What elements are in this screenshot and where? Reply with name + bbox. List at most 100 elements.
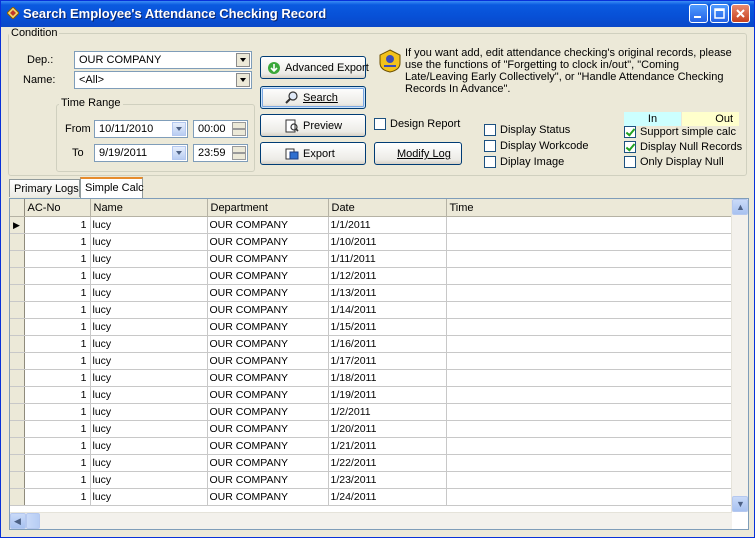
cell-date[interactable]: 1/23/2011 [328,471,447,489]
column-header-name[interactable]: Name [90,199,208,217]
scroll-down-button[interactable]: ▼ [732,496,748,512]
row-indicator[interactable] [10,386,25,404]
vertical-scrollbar[interactable]: ▲ ▼ [731,199,748,512]
minimize-button[interactable] [689,4,708,23]
cell-name[interactable]: lucy [90,301,208,319]
cell-department[interactable]: OUR COMPANY [207,267,329,285]
cell-name[interactable]: lucy [90,352,208,370]
cell-date[interactable]: 1/13/2011 [328,284,447,302]
to-date-picker[interactable]: 9/19/2011 [94,144,188,162]
table-row[interactable]: 1 lucy OUR COMPANY 1/15/2011 [10,318,733,336]
row-indicator[interactable] [10,301,25,319]
cell-department[interactable]: OUR COMPANY [207,403,329,421]
horizontal-scroll-thumb[interactable] [26,513,40,529]
column-header-date[interactable]: Date [328,199,447,217]
row-indicator[interactable] [10,488,25,506]
table-row[interactable]: 1 lucy OUR COMPANY 1/14/2011 [10,301,733,319]
cell-ac-no[interactable]: 1 [24,318,91,336]
cell-ac-no[interactable]: 1 [24,471,91,489]
cell-ac-no[interactable]: 1 [24,454,91,472]
cell-time[interactable] [446,233,733,251]
tab-simple-calc[interactable]: Simple Calc [80,177,144,198]
cell-ac-no[interactable]: 1 [24,437,91,455]
table-row[interactable]: 1 lucy OUR COMPANY 1/17/2011 [10,352,733,370]
cell-date[interactable]: 1/1/2011 [328,216,447,234]
cell-ac-no[interactable]: 1 [24,233,91,251]
cell-name[interactable]: lucy [90,250,208,268]
column-header-department[interactable]: Department [207,199,329,217]
checkbox-box[interactable] [484,140,496,152]
row-indicator[interactable] [10,318,25,336]
cell-department[interactable]: OUR COMPANY [207,369,329,387]
table-row[interactable]: 1 lucy OUR COMPANY 1/18/2011 [10,369,733,387]
cell-time[interactable] [446,352,733,370]
cell-department[interactable]: OUR COMPANY [207,250,329,268]
chevron-down-icon[interactable] [172,146,186,160]
cell-department[interactable]: OUR COMPANY [207,352,329,370]
row-indicator[interactable] [10,403,25,421]
from-date-picker[interactable]: 10/11/2010 [94,120,188,138]
cell-department[interactable]: OUR COMPANY [207,454,329,472]
row-indicator[interactable] [10,369,25,387]
cell-time[interactable] [446,454,733,472]
cell-date[interactable]: 1/15/2011 [328,318,447,336]
department-select[interactable]: OUR COMPANY [74,51,252,69]
table-row[interactable]: 1 lucy OUR COMPANY 1/22/2011 [10,454,733,472]
preview-button[interactable]: Preview [260,114,366,137]
row-indicator[interactable] [10,420,25,438]
name-select[interactable]: <All> [74,71,252,89]
cell-date[interactable]: 1/12/2011 [328,267,447,285]
cell-name[interactable]: lucy [90,267,208,285]
records-grid[interactable]: AC-No Name Department Date Time ▶ 1 lucy OU… [9,198,749,530]
cell-ac-no[interactable]: 1 [24,352,91,370]
cell-department[interactable]: OUR COMPANY [207,301,329,319]
checkbox-box[interactable] [624,141,636,153]
cell-ac-no[interactable]: 1 [24,267,91,285]
cell-ac-no[interactable]: 1 [24,403,91,421]
cell-name[interactable]: lucy [90,471,208,489]
cell-department[interactable]: OUR COMPANY [207,335,329,353]
cell-time[interactable] [446,301,733,319]
to-time-spinner[interactable]: 23:59 [193,144,248,162]
scroll-up-button[interactable]: ▲ [732,199,748,215]
table-row[interactable]: 1 lucy OUR COMPANY 1/16/2011 [10,335,733,353]
table-row[interactable]: 1 lucy OUR COMPANY 1/13/2011 [10,284,733,302]
cell-time[interactable] [446,437,733,455]
cell-date[interactable]: 1/10/2011 [328,233,447,251]
cell-time[interactable] [446,318,733,336]
chevron-down-icon[interactable] [236,73,250,87]
cell-time[interactable] [446,488,733,506]
row-indicator[interactable] [10,454,25,472]
cell-time[interactable] [446,403,733,421]
spin-buttons[interactable] [232,122,246,136]
current-row-indicator-icon[interactable]: ▶ [10,216,25,234]
search-button[interactable]: Search [260,86,366,109]
cell-date[interactable]: 1/2/2011 [328,403,447,421]
advanced-export-button[interactable]: Advanced Export [260,56,369,79]
cell-ac-no[interactable]: 1 [24,369,91,387]
cell-ac-no[interactable]: 1 [24,301,91,319]
row-indicator[interactable] [10,233,25,251]
table-row[interactable]: 1 lucy OUR COMPANY 1/11/2011 [10,250,733,268]
title-bar[interactable]: Search Employee's Attendance Checking Re… [1,1,754,27]
chevron-down-icon[interactable] [172,122,186,136]
cell-name[interactable]: lucy [90,386,208,404]
row-indicator[interactable] [10,437,25,455]
cell-date[interactable]: 1/21/2011 [328,437,447,455]
cell-date[interactable]: 1/16/2011 [328,335,447,353]
cell-date[interactable]: 1/22/2011 [328,454,447,472]
checkbox-box[interactable] [484,156,496,168]
cell-time[interactable] [446,216,733,234]
cell-time[interactable] [446,335,733,353]
cell-name[interactable]: lucy [90,420,208,438]
row-indicator[interactable] [10,267,25,285]
export-button[interactable]: Export [260,142,366,165]
cell-department[interactable]: OUR COMPANY [207,386,329,404]
cell-department[interactable]: OUR COMPANY [207,318,329,336]
column-header-time[interactable]: Time [446,199,733,217]
cell-date[interactable]: 1/11/2011 [328,250,447,268]
cell-department[interactable]: OUR COMPANY [207,471,329,489]
cell-time[interactable] [446,369,733,387]
cell-department[interactable]: OUR COMPANY [207,233,329,251]
row-indicator[interactable] [10,471,25,489]
